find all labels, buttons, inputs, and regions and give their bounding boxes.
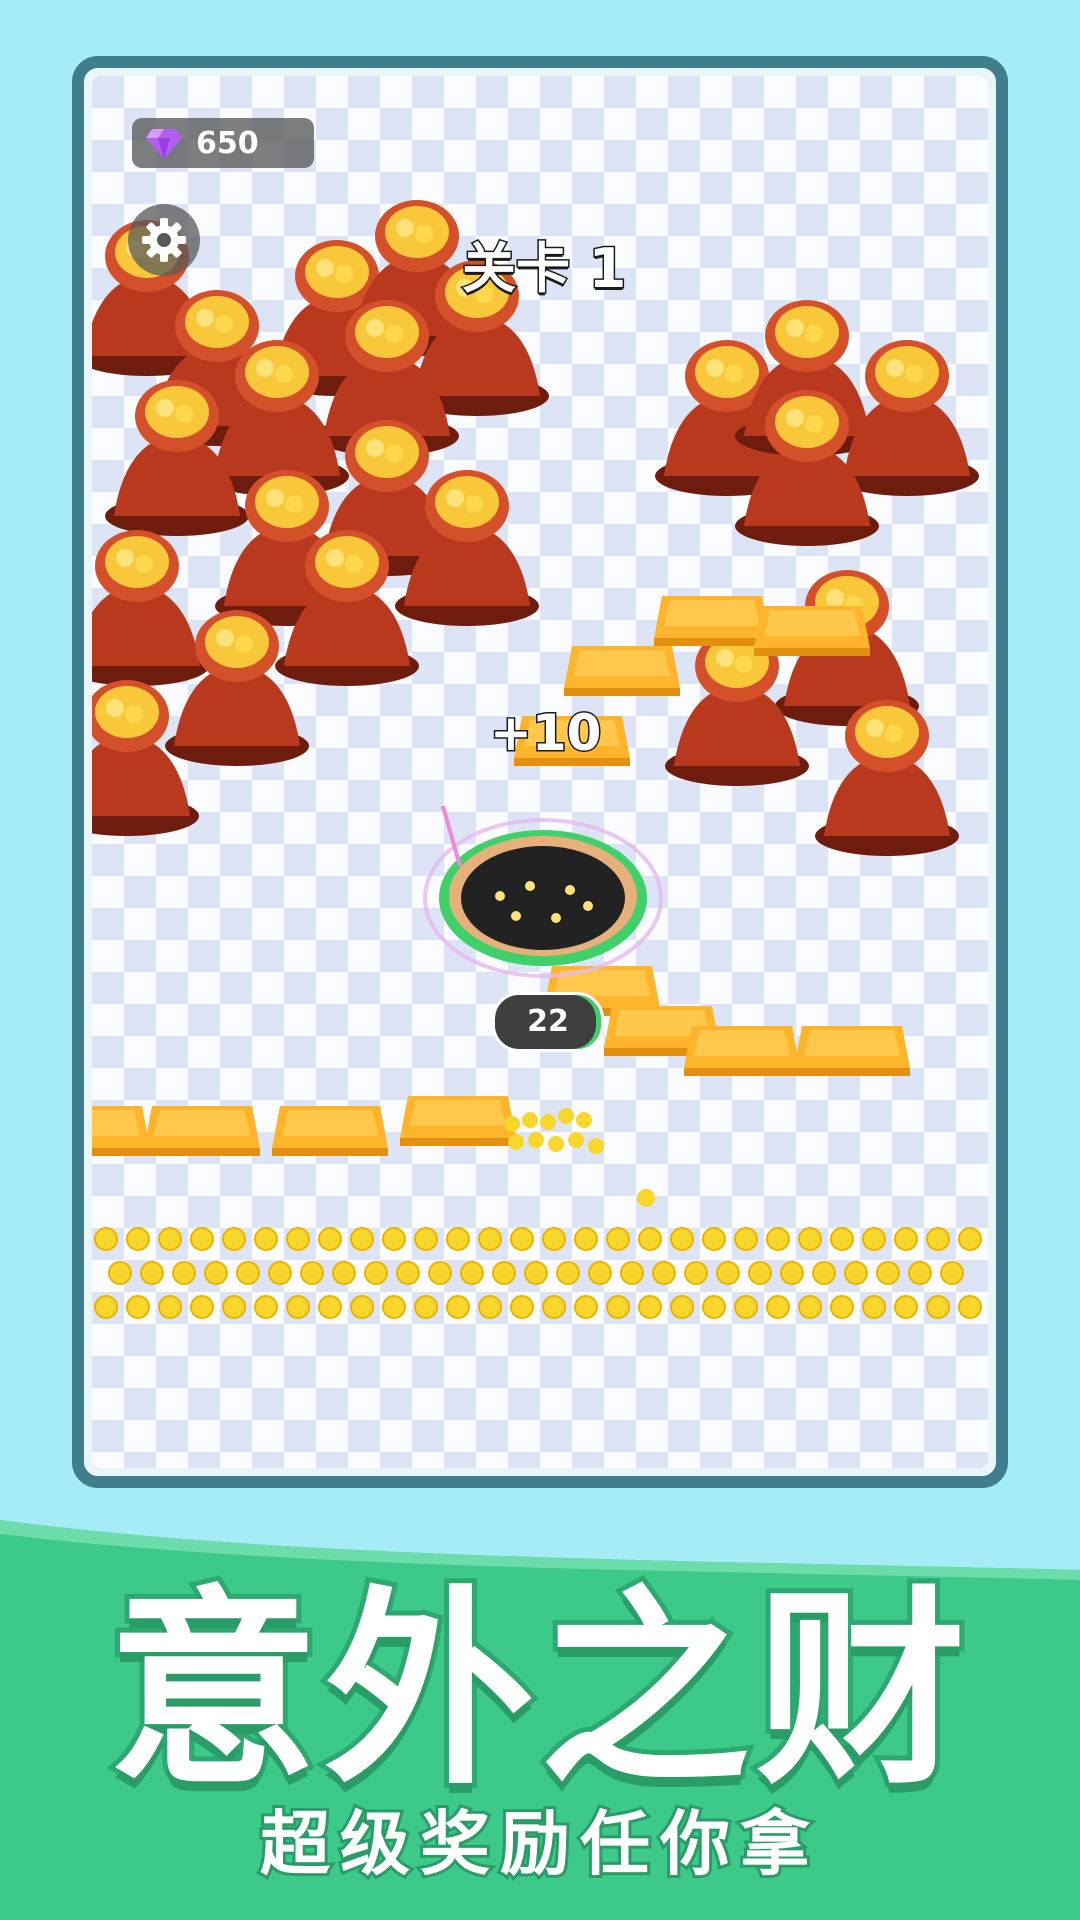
coin-row: [92, 1258, 988, 1288]
gold-bar: [794, 1026, 910, 1076]
game-frame: +10 22 650 关卡 1: [72, 56, 1008, 1488]
gold-bar: [754, 606, 870, 656]
gem-count: 650: [196, 125, 259, 161]
gem-counter: 650: [132, 118, 314, 168]
money-bag: [815, 700, 959, 856]
promo-title: 意外之财: [103, 1563, 972, 1818]
money-bag: [92, 680, 199, 836]
gold-bar: [144, 1106, 260, 1156]
gold-bar: [684, 1026, 800, 1076]
money-bag: [735, 390, 879, 546]
gold-bar: [272, 1106, 388, 1156]
score-popup: +10: [488, 703, 602, 764]
gold-bar: [564, 646, 680, 696]
gold-bar: [400, 1096, 516, 1146]
hole-size-badge: 22: [492, 992, 604, 1052]
player-hole[interactable]: [420, 806, 666, 978]
promo-subtitle: 超级奖励任你拿: [257, 1800, 820, 1888]
game-scene[interactable]: +10 22 650 关卡 1: [92, 76, 988, 1468]
diamond-icon: [146, 129, 182, 159]
settings-button[interactable]: [128, 204, 200, 276]
coin-row: [92, 1292, 988, 1322]
coin-row: [92, 1224, 988, 1254]
level-title: 关卡 1: [460, 236, 627, 302]
gear-icon: [142, 218, 186, 262]
coin: [637, 1189, 655, 1207]
coin-pile: [504, 1108, 604, 1154]
